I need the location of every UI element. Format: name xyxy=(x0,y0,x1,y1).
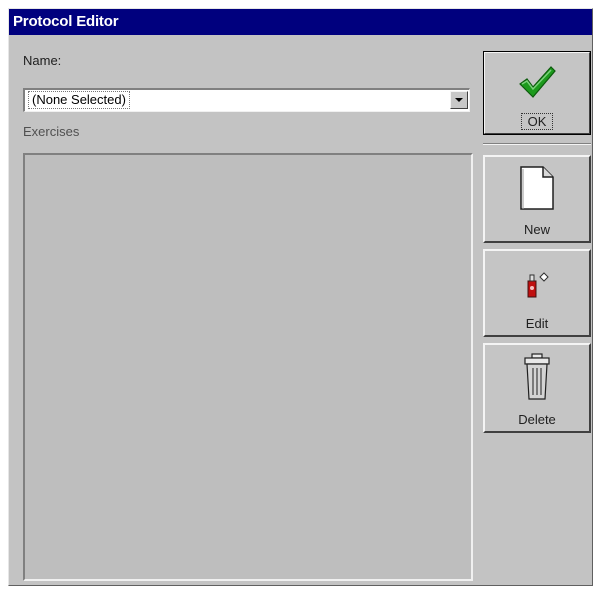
new-button-label: New xyxy=(523,222,550,237)
delete-button[interactable]: Delete xyxy=(483,343,591,433)
name-label: Name: xyxy=(23,53,62,68)
trash-can-icon xyxy=(524,353,550,400)
edit-button[interactable]: Edit xyxy=(483,249,591,337)
ok-button[interactable]: OK xyxy=(483,51,591,135)
name-dropdown-value: (None Selected) xyxy=(28,91,130,109)
new-document-icon xyxy=(520,166,554,210)
protocol-editor-window: Protocol Editor Name: (None Selected) Ex… xyxy=(8,8,593,586)
ok-button-label: OK xyxy=(520,113,554,130)
name-dropdown[interactable]: (None Selected) xyxy=(23,88,470,112)
button-divider xyxy=(483,143,591,145)
title-bar[interactable]: Protocol Editor xyxy=(9,9,592,35)
edit-button-label: Edit xyxy=(525,316,549,331)
delete-button-label: Delete xyxy=(518,412,556,427)
dropdown-arrow-button[interactable] xyxy=(450,91,468,109)
checkmark-icon xyxy=(519,66,556,98)
exercises-list[interactable] xyxy=(23,153,473,581)
exercises-label: Exercises xyxy=(23,124,80,139)
new-button[interactable]: New xyxy=(483,155,591,243)
edit-pencil-icon xyxy=(527,272,549,298)
